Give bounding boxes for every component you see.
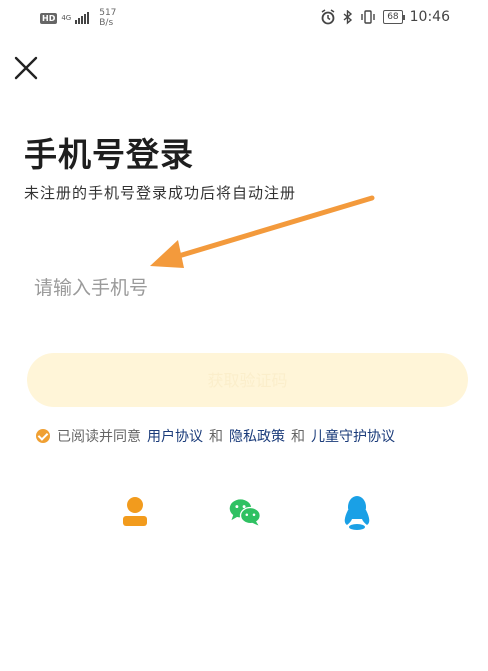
page-title: 手机号登录 [24,135,194,174]
hd-badge: HD [40,12,58,24]
status-left: HD 4G 517 B/s [40,8,116,28]
agreement-checkbox[interactable] [36,429,50,443]
signal-icon [75,12,90,24]
qq-icon[interactable] [339,494,375,530]
user-agreement-link[interactable]: 用户协议 [147,426,203,446]
battery-icon: 68 [383,10,406,24]
and-text-2: 和 [291,429,305,445]
agreement-row: 已阅读并同意 用户协议 和 隐私政策 和 儿童守护协议 [36,426,395,446]
annotation-arrow [150,195,375,268]
bluetooth-icon [343,9,353,25]
status-right: 68 10:46 [320,9,450,25]
social-login-row [0,494,488,534]
status-bar: HD 4G 517 B/s 68 10:46 [0,0,488,34]
agreement-prefix: 已阅读并同意 [57,429,141,445]
close-icon[interactable] [12,54,40,82]
clock: 10:46 [409,9,450,25]
child-protection-link[interactable]: 儿童守护协议 [311,426,395,446]
person-icon[interactable] [117,494,153,530]
network-type: 4G [61,13,72,22]
get-code-button[interactable]: 获取验证码 [27,353,468,407]
privacy-policy-link[interactable]: 隐私政策 [229,426,285,446]
vibrate-icon [361,10,375,24]
alarm-icon [321,9,335,25]
network-speed: 517 B/s [99,8,117,28]
wechat-icon[interactable] [227,494,263,530]
and-text-1: 和 [209,429,223,445]
